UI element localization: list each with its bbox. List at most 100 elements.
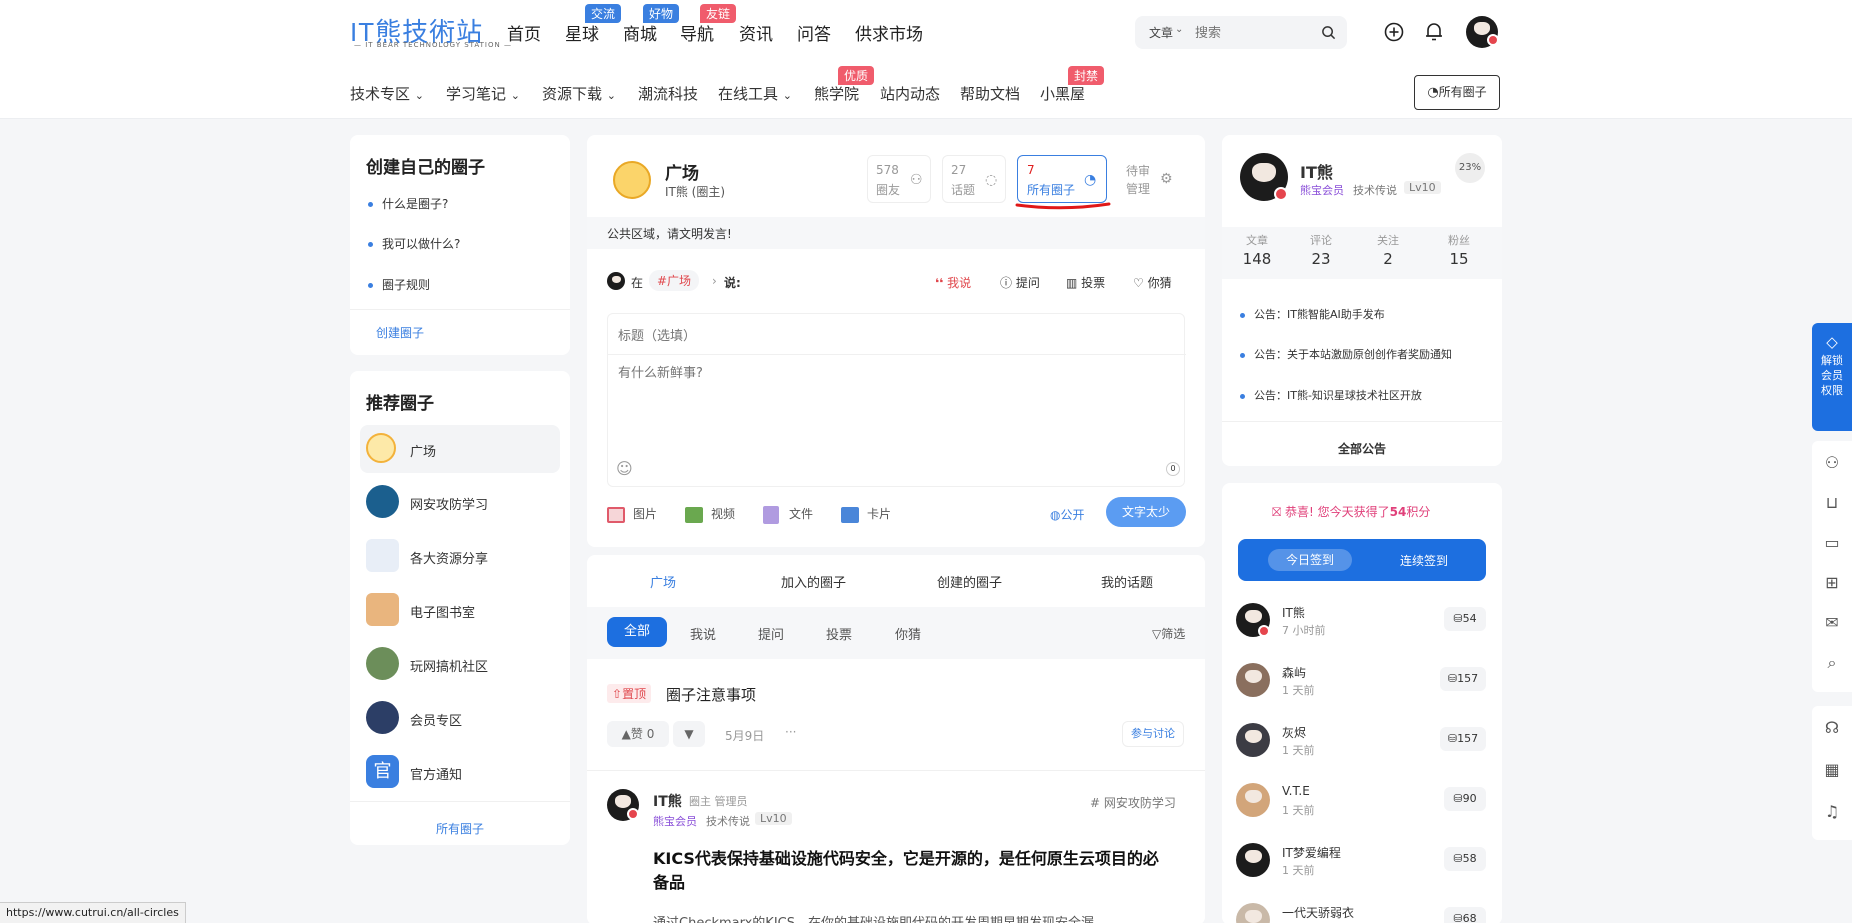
post-body-input[interactable] bbox=[618, 362, 1174, 442]
post-author-name[interactable]: IT熊 bbox=[653, 791, 682, 811]
checkin-user-row[interactable]: V.T.E 1 天前 ⛁90 bbox=[1236, 781, 1488, 821]
filter-question[interactable]: 提问 bbox=[758, 624, 784, 643]
visibility-toggle[interactable]: ◍公开 bbox=[1050, 506, 1085, 523]
nav-home[interactable]: 首页 bbox=[507, 20, 541, 45]
faq-item[interactable]: 我可以做什么? bbox=[368, 235, 460, 252]
user-icon[interactable]: ⚇ bbox=[1812, 453, 1852, 472]
today-checkin-button[interactable]: 今日签到 bbox=[1268, 549, 1352, 571]
post-circle-link[interactable]: # 网安攻防学习 bbox=[1090, 794, 1176, 811]
feed-tab-created[interactable]: 创建的圈子 bbox=[937, 572, 1002, 591]
subnav-blackroom[interactable]: 小黑屋 bbox=[1040, 83, 1085, 104]
rec-circle-item[interactable]: 各大资源分享 bbox=[366, 539, 566, 573]
search-input[interactable] bbox=[1195, 22, 1315, 43]
feed-tab-square[interactable]: 广场 bbox=[650, 572, 676, 591]
checkin-user-row[interactable]: 森屿 1 天前 ⛁157 bbox=[1236, 661, 1488, 701]
search-box[interactable]: 文章 ⌄ bbox=[1135, 16, 1347, 49]
stat-members[interactable]: 578 圈友 ⚇ bbox=[867, 155, 931, 203]
rec-circle-item[interactable]: 玩网搞机社区 bbox=[366, 647, 566, 681]
filter-guess[interactable]: 你猜 bbox=[895, 624, 921, 643]
type-guess[interactable]: ♡ 你猜 bbox=[1133, 274, 1172, 291]
nav-shop[interactable]: 商城 bbox=[623, 20, 657, 45]
rec-circle-item[interactable]: 会员专区 bbox=[366, 701, 566, 735]
subnav-downloads[interactable]: 资源下载 ⌄ bbox=[542, 83, 616, 104]
add-icon[interactable] bbox=[1384, 22, 1404, 42]
composer-circle-tag[interactable]: #广场 bbox=[649, 270, 700, 291]
profile-name[interactable]: IT熊 bbox=[1300, 159, 1333, 183]
more-options-icon[interactable]: ··· bbox=[785, 725, 796, 739]
bell-icon[interactable] bbox=[1424, 21, 1444, 42]
dislike-button[interactable]: ▼ bbox=[673, 721, 705, 747]
rec-circle-item[interactable]: 广场 bbox=[366, 433, 566, 467]
subnav-site-news[interactable]: 站内动态 bbox=[880, 83, 940, 104]
checkin-user-row[interactable]: IT熊 7 小时前 ⛁54 bbox=[1236, 601, 1488, 641]
join-discussion-button[interactable]: 参与讨论 bbox=[1122, 721, 1184, 747]
stat-fans[interactable]: 15 bbox=[1436, 250, 1482, 268]
faq-item[interactable]: 圈子规则 bbox=[368, 276, 430, 293]
checkin-user-row[interactable]: 一代天骄弱衣 ⛁68 bbox=[1236, 901, 1488, 923]
feed-tab-my-topics[interactable]: 我的话题 bbox=[1101, 572, 1153, 591]
unlock-vip-button[interactable]: ◇ 解锁会员权限 bbox=[1812, 323, 1852, 431]
media-video-button[interactable]: 视频 bbox=[685, 505, 735, 523]
mail-icon[interactable]: ✉ bbox=[1812, 613, 1852, 632]
media-image-button[interactable]: 图片 bbox=[607, 505, 657, 523]
notice-item[interactable]: 公告：关于本站激励原创创作者奖励通知 bbox=[1240, 346, 1452, 362]
headset-icon[interactable]: ☊ bbox=[1812, 718, 1852, 737]
emoji-icon[interactable]: ☺ bbox=[616, 459, 633, 478]
post-headline[interactable]: KICS代表保持基础设施代码安全，它是开源的，是任何原生云项目的必备品 bbox=[653, 847, 1173, 895]
stat-following[interactable]: 2 bbox=[1365, 250, 1411, 268]
stat-topics[interactable]: 27 话题 ◌ bbox=[942, 155, 1006, 203]
bell-icon[interactable]: ♫ bbox=[1812, 802, 1852, 821]
create-circle-link[interactable]: 创建圈子 bbox=[376, 324, 424, 341]
media-card-button[interactable]: 卡片 bbox=[841, 505, 891, 523]
stat-comments[interactable]: 23 bbox=[1298, 250, 1344, 268]
stat-all-circles[interactable]: 7 所有圈子 ◔ bbox=[1017, 155, 1107, 203]
type-vote[interactable]: ▥ 投票 bbox=[1066, 274, 1105, 291]
stat-articles[interactable]: 148 bbox=[1234, 250, 1280, 268]
subnav-academy[interactable]: 熊学院 bbox=[814, 83, 859, 104]
notice-item[interactable]: 公告：IT熊智能AI助手发布 bbox=[1240, 306, 1385, 322]
qrcode-icon[interactable]: ▦ bbox=[1812, 760, 1852, 779]
subnav-help[interactable]: 帮助文档 bbox=[960, 83, 1020, 104]
checkin-user-row[interactable]: IT梦爱编程 1 天前 ⛁58 bbox=[1236, 841, 1488, 881]
filter-say[interactable]: 我说 bbox=[690, 624, 716, 643]
nav-market[interactable]: 供求市场 bbox=[855, 20, 923, 45]
nav-qa[interactable]: 问答 bbox=[797, 20, 831, 45]
gift-icon[interactable]: ⊞ bbox=[1812, 573, 1852, 592]
all-circles-link[interactable]: 所有圈子 bbox=[350, 820, 570, 837]
subnav-tools[interactable]: 在线工具 ⌄ bbox=[718, 83, 792, 104]
subnav-trends[interactable]: 潮流科技 bbox=[638, 83, 698, 104]
nav-planet[interactable]: 星球 bbox=[565, 20, 599, 45]
pinned-title[interactable]: 圈子注意事项 bbox=[666, 684, 756, 705]
type-say[interactable]: ❛❛ 我说 bbox=[935, 274, 971, 291]
submit-post-button[interactable]: 文字太少 bbox=[1106, 497, 1186, 527]
search-category[interactable]: 文章 bbox=[1149, 24, 1173, 41]
feed-tab-joined[interactable]: 加入的圈子 bbox=[781, 572, 846, 591]
rec-circle-item[interactable]: 官 官方通知 bbox=[366, 755, 566, 789]
post-title-input[interactable] bbox=[618, 322, 1174, 348]
media-file-button[interactable]: 文件 bbox=[763, 505, 813, 524]
rec-circle-item[interactable]: 网安攻防学习 bbox=[366, 485, 566, 519]
ticket-icon[interactable]: ▭ bbox=[1812, 533, 1852, 552]
subnav-tech[interactable]: 技术专区 ⌄ bbox=[350, 83, 424, 104]
notice-item[interactable]: 公告：IT熊-知识星球技术社区开放 bbox=[1240, 387, 1422, 403]
all-circles-button[interactable]: ◔所有圈子 bbox=[1414, 75, 1500, 110]
filter-button[interactable]: ▽筛选 bbox=[1152, 625, 1185, 642]
checkin-user-row[interactable]: 灰烬 1 天前 ⛁157 bbox=[1236, 721, 1488, 761]
filter-all[interactable]: 全部 bbox=[607, 617, 667, 647]
search-icon[interactable] bbox=[1321, 25, 1336, 40]
circle-name: 广场 bbox=[665, 164, 699, 184]
type-question[interactable]: ⓘ 提问 bbox=[1000, 274, 1040, 291]
filter-vote[interactable]: 投票 bbox=[826, 624, 852, 643]
rec-circle-item[interactable]: 电子图书室 bbox=[366, 593, 566, 627]
streak-checkin-button[interactable]: 连续签到 bbox=[1400, 552, 1448, 569]
all-notices-link[interactable]: 全部公告 bbox=[1222, 440, 1502, 457]
faq-item[interactable]: 什么是圈子? bbox=[368, 195, 448, 212]
subnav-notes[interactable]: 学习笔记 ⌄ bbox=[446, 83, 520, 104]
cart-icon[interactable]: ⊔ bbox=[1812, 493, 1852, 512]
nav-links[interactable]: 导航 bbox=[680, 20, 714, 45]
search-icon[interactable]: ⌕ bbox=[1812, 653, 1852, 673]
like-button[interactable]: ▲赞 0 bbox=[607, 721, 669, 747]
nav-news[interactable]: 资讯 bbox=[739, 20, 773, 45]
stat-manage[interactable]: 待审 管理 ⚙ bbox=[1118, 155, 1182, 203]
circle-owner[interactable]: IT熊 (圈主) bbox=[665, 183, 725, 200]
